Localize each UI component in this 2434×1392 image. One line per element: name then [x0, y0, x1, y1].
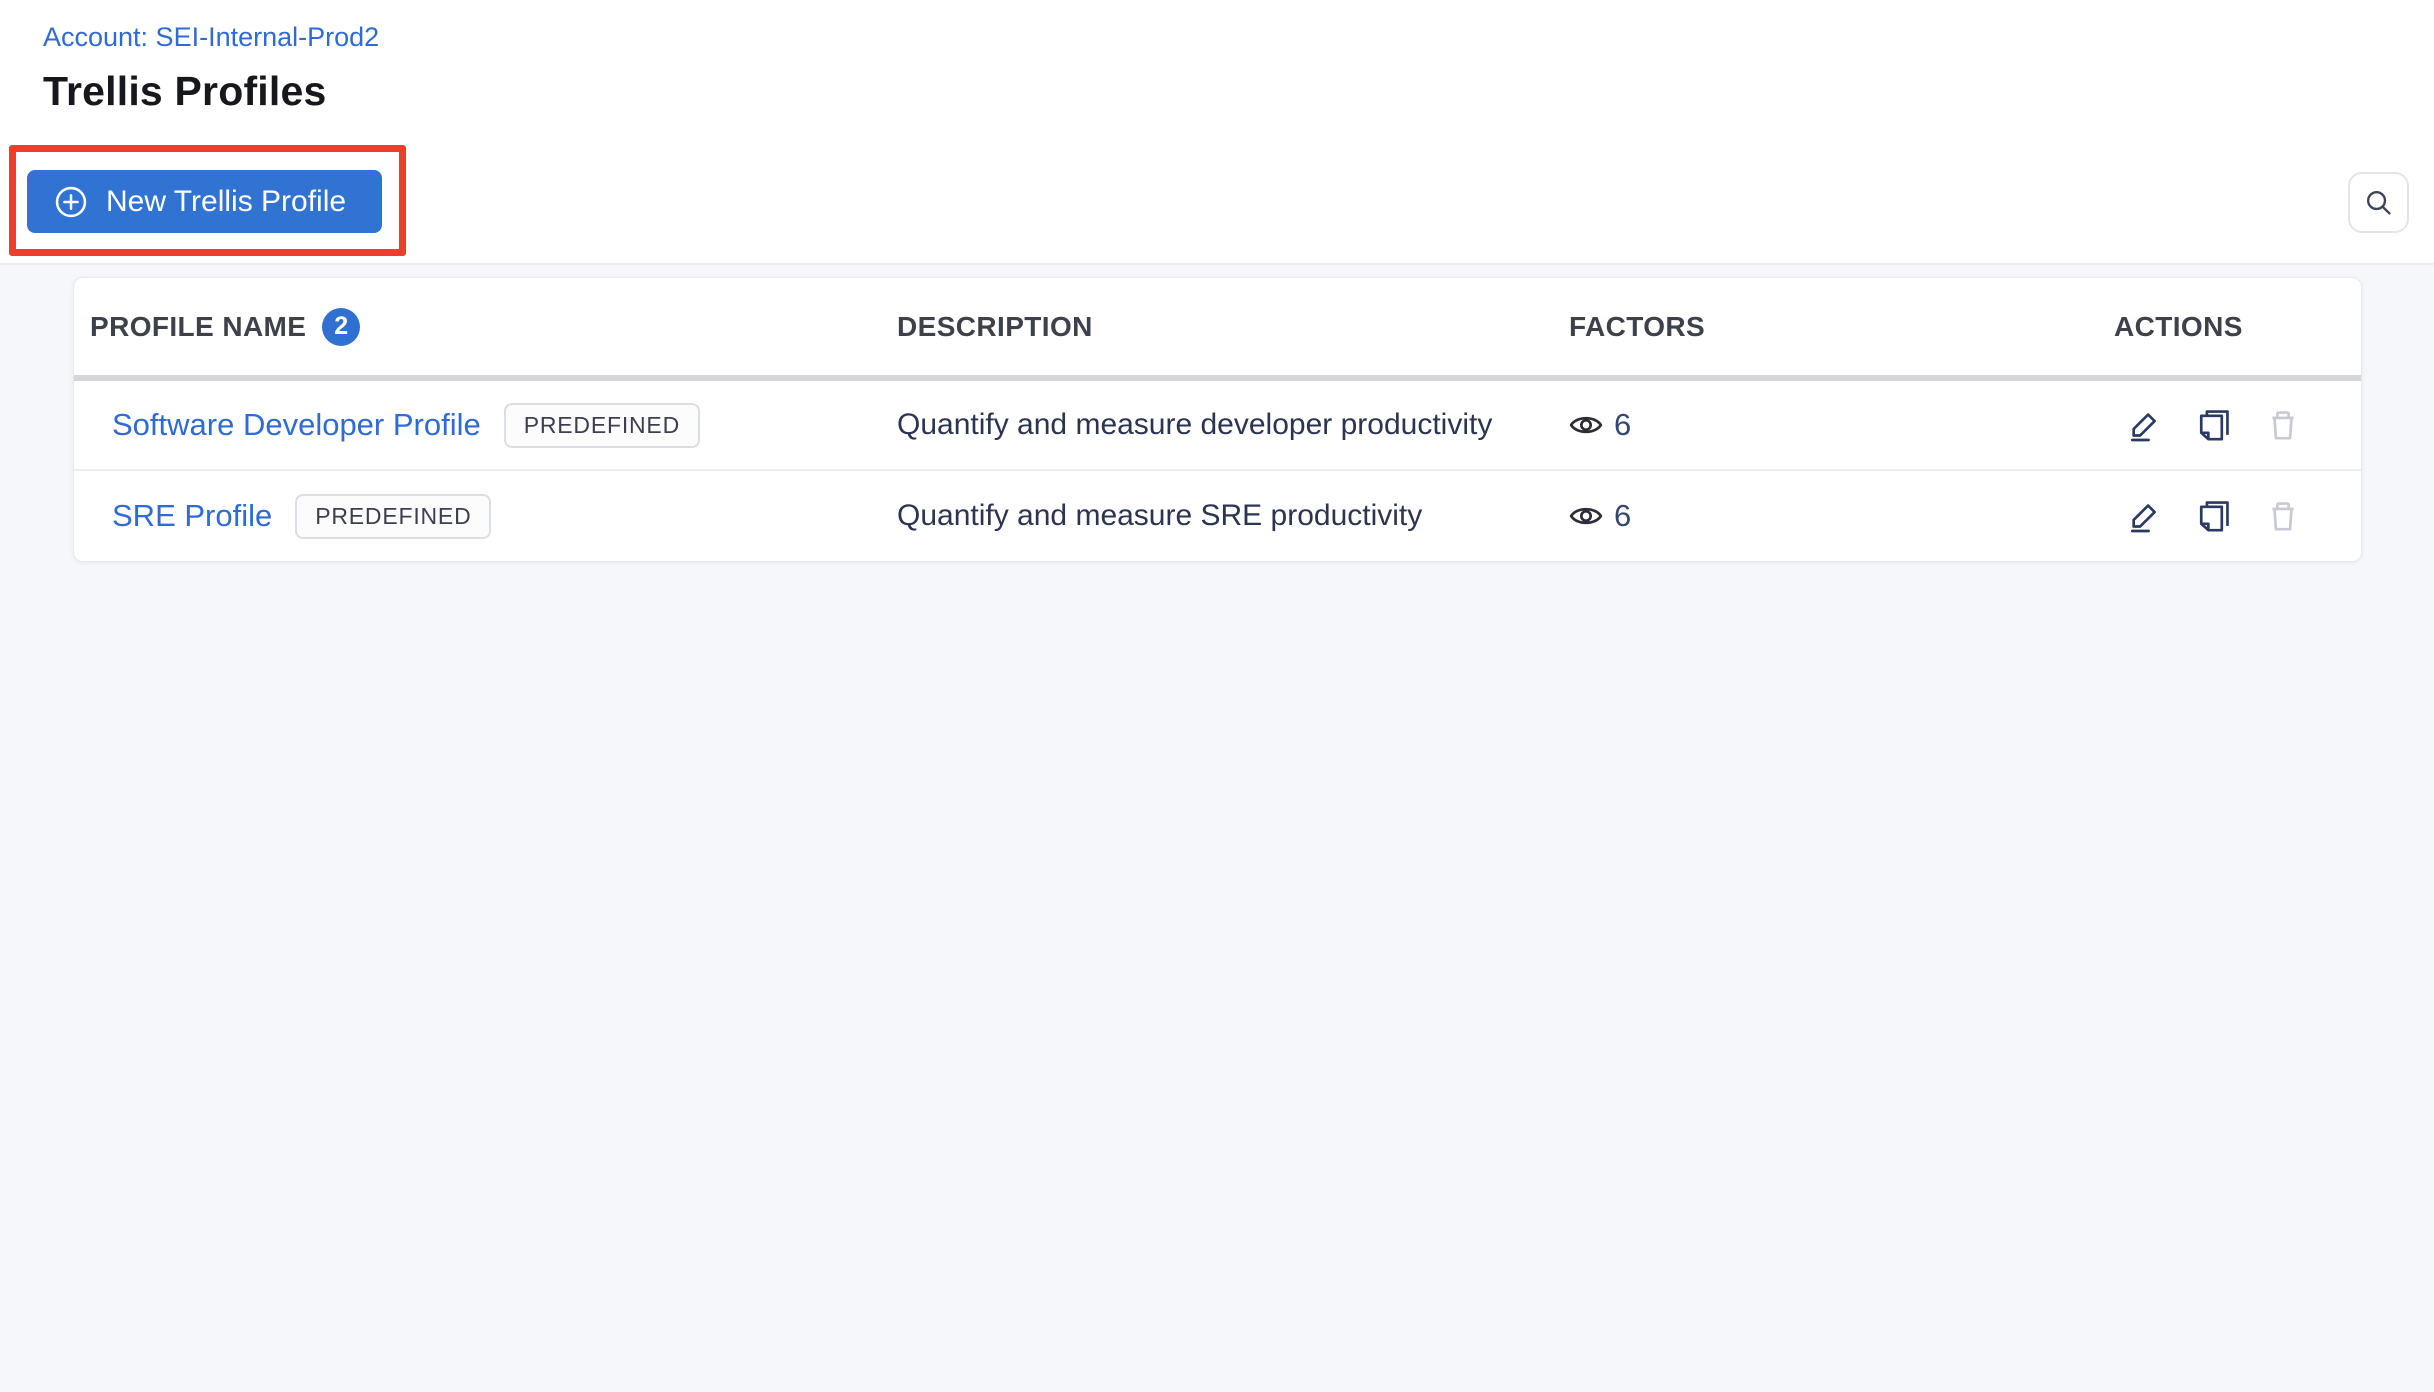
description-cell: Quantify and measure developer productiv… — [897, 408, 1493, 441]
copy-icon[interactable] — [2197, 408, 2231, 442]
actions-cell — [2114, 408, 2361, 442]
predefined-badge: PREDEFINED — [503, 402, 700, 448]
profile-name-cell: SRE Profile PREDEFINED — [74, 493, 897, 539]
page-title: Trellis Profiles — [43, 68, 327, 114]
profiles-table-card: PROFILE NAME 2 DESCRIPTION FACTORS ACTIO… — [73, 277, 2362, 562]
table-header-row: PROFILE NAME 2 DESCRIPTION FACTORS ACTIO… — [74, 278, 2361, 375]
search-button[interactable] — [2348, 172, 2409, 233]
column-header-profile-name: PROFILE NAME 2 — [74, 307, 897, 346]
new-trellis-profile-button[interactable]: New Trellis Profile — [27, 170, 383, 233]
profile-link[interactable]: SRE Profile — [112, 498, 272, 534]
profile-link[interactable]: Software Developer Profile — [112, 407, 481, 443]
trash-icon[interactable] — [2266, 499, 2300, 533]
edit-pencil-icon[interactable] — [2128, 499, 2162, 533]
table-row: Software Developer Profile PREDEFINED Qu… — [74, 381, 2361, 471]
factors-cell: 6 — [1569, 498, 2114, 534]
predefined-badge: PREDEFINED — [295, 493, 492, 539]
factors-cell: 6 — [1569, 407, 2114, 443]
description-cell: Quantify and measure SRE productivity — [897, 499, 1423, 532]
edit-pencil-icon[interactable] — [2128, 408, 2162, 442]
search-icon — [2363, 187, 2394, 218]
factors-count: 6 — [1614, 498, 1632, 533]
plus-circle-icon — [53, 184, 89, 220]
profile-name-cell: Software Developer Profile PREDEFINED — [74, 402, 897, 448]
column-header-actions: ACTIONS — [2114, 310, 2243, 342]
page-header: Account: SEI-Internal-Prod2 Trellis Prof… — [0, 0, 2434, 263]
actions-cell — [2114, 499, 2361, 533]
column-header-description: DESCRIPTION — [897, 310, 1093, 342]
column-header-factors: FACTORS — [1569, 310, 1706, 342]
trellis-profiles-page: Account: SEI-Internal-Prod2 Trellis Prof… — [0, 0, 2434, 1392]
new-trellis-profile-button-label: New Trellis Profile — [106, 184, 347, 218]
table-row: SRE Profile PREDEFINED Quantify and meas… — [74, 471, 2361, 561]
profile-count-badge: 2 — [322, 307, 361, 346]
eye-icon — [1569, 499, 1603, 533]
content-area: PROFILE NAME 2 DESCRIPTION FACTORS ACTIO… — [0, 265, 2434, 1392]
factors-count: 6 — [1614, 407, 1632, 442]
eye-icon — [1569, 408, 1603, 442]
trash-icon[interactable] — [2266, 408, 2300, 442]
copy-icon[interactable] — [2197, 499, 2231, 533]
account-breadcrumb-link[interactable]: Account: SEI-Internal-Prod2 — [43, 22, 379, 53]
